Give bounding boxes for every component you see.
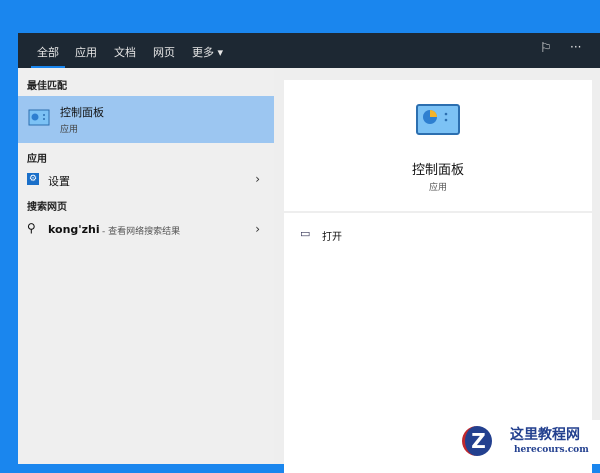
tab-documents[interactable]: 文档 [114, 44, 136, 60]
preview-card: 控制面板 应用 [284, 80, 592, 211]
best-match-title: 控制面板 [60, 106, 104, 119]
app-item-settings[interactable]: ⚙ 设置 › [18, 168, 274, 192]
preview-subtitle: 应用 [428, 183, 447, 193]
open-icon: ▭ [300, 227, 311, 240]
results-pane: 最佳匹配 控制面板 应用 应用 ⚙ 设置 › 搜索网页 ⚲ kong'zhi -… [18, 68, 274, 464]
tab-apps[interactable]: 应用 [75, 44, 97, 60]
watermark-logo: Z [462, 426, 492, 456]
apps-heading: 应用 [27, 154, 47, 165]
search-header: 全部 应用 文档 网页 更多 ▾ ⚐ ··· [18, 33, 600, 69]
control-panel-icon [28, 109, 50, 126]
best-match-subtitle: 应用 [60, 125, 79, 135]
more-options-icon[interactable]: ··· [570, 40, 581, 54]
preview-pane: 控制面板 应用 ▭ 打开 [284, 80, 592, 473]
web-hint: - 查看网络搜索结果 [102, 227, 181, 237]
web-heading: 搜索网页 [27, 202, 67, 213]
search-window: 全部 应用 文档 网页 更多 ▾ ⚐ ··· 最佳匹配 控制面板 应用 应用 ⚙… [18, 33, 600, 473]
best-match-heading: 最佳匹配 [27, 81, 67, 92]
search-icon: ⚲ [27, 221, 36, 235]
control-panel-large-icon [416, 104, 460, 135]
web-search-item[interactable]: ⚲ kong'zhi - 查看网络搜索结果 › [18, 218, 274, 242]
web-query: kong'zhi [48, 223, 100, 236]
open-label: 打开 [322, 232, 342, 243]
preview-title: 控制面板 [411, 163, 464, 178]
tab-web[interactable]: 网页 [153, 44, 175, 60]
settings-label: 设置 [48, 175, 70, 188]
watermark: Z 这里教程网 herecours.com [452, 420, 600, 464]
watermark-name: 这里教程网 [510, 427, 580, 443]
feedback-icon[interactable]: ⚐ [540, 41, 552, 56]
chevron-right-icon: › [255, 222, 260, 236]
watermark-url: herecours.com [514, 445, 589, 455]
best-match-item[interactable]: 控制面板 应用 [18, 96, 274, 143]
chevron-right-icon: › [255, 172, 260, 186]
open-action[interactable]: ▭ 打开 [284, 225, 592, 247]
tab-more[interactable]: 更多 ▾ [192, 44, 223, 60]
tab-all[interactable]: 全部 [31, 44, 65, 69]
settings-icon: ⚙ [27, 173, 39, 185]
